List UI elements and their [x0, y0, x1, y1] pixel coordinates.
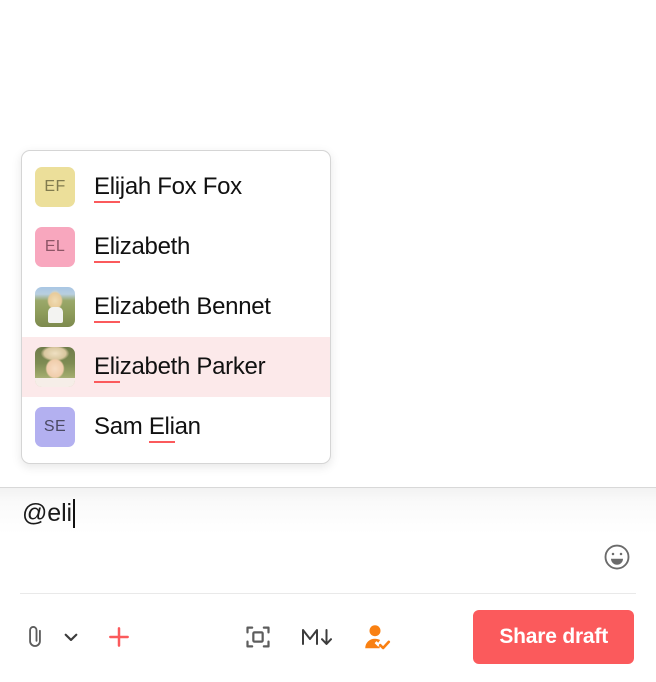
name-suffix-text: zabeth Bennet	[119, 293, 271, 320]
name-match-highlight: Eli	[94, 353, 120, 383]
attachment-dropdown-button[interactable]	[62, 628, 80, 646]
avatar-initials-text: EF	[44, 178, 66, 195]
mention-item-name: Sam Elian	[94, 413, 201, 443]
name-suffix-text: zabeth	[119, 233, 191, 260]
mention-item-name: Elijah Fox Fox	[94, 173, 242, 203]
avatar-initials: SE	[35, 407, 75, 447]
toolbar-center-group	[244, 622, 392, 652]
composer-text-area[interactable]: @eli	[0, 488, 656, 588]
name-suffix-text: zabeth Parker	[119, 353, 266, 380]
message-input[interactable]: @eli	[22, 498, 72, 528]
avatar-initials: EL	[35, 227, 75, 267]
mention-item[interactable]: Elizabeth Bennet	[22, 277, 330, 337]
avatar-initials-text: EL	[44, 238, 66, 255]
name-suffix-text: an	[174, 413, 201, 440]
chevron-down-icon	[64, 633, 78, 641]
text-caret	[73, 499, 75, 528]
name-prefix-text: Sam	[94, 413, 149, 440]
message-composer: @eli Share draft	[0, 487, 656, 682]
avatar-initials: EF	[35, 167, 75, 207]
mention-item-name: Elizabeth Parker	[94, 353, 266, 383]
share-draft-button[interactable]: Share draft	[473, 610, 634, 664]
mention-autocomplete-dropdown[interactable]: EF Elijah Fox Fox EL Elizabeth Elizabeth Ben…	[21, 150, 331, 464]
snippet-button[interactable]	[244, 623, 272, 651]
paperclip-icon	[29, 626, 41, 647]
emoji-picker-button[interactable]	[602, 542, 632, 572]
attachment-button[interactable]	[22, 622, 48, 652]
recipient-button[interactable]	[362, 622, 392, 652]
name-match-highlight: Eli	[148, 413, 175, 443]
name-match-highlight: Eli	[94, 293, 120, 323]
mention-item-name: Elizabeth	[94, 233, 191, 263]
plus-icon	[109, 627, 129, 647]
name-match-highlight: Eli	[94, 173, 120, 203]
toolbar-left-group	[22, 622, 132, 652]
mention-item[interactable]: EL Elizabeth	[22, 217, 330, 277]
mention-item[interactable]: Elizabeth Parker	[22, 337, 330, 397]
person-check-icon	[365, 625, 391, 650]
avatar-photo	[35, 287, 75, 327]
markdown-icon	[302, 629, 332, 645]
add-button[interactable]	[106, 624, 132, 650]
composer-toolbar: Share draft	[0, 594, 656, 680]
mention-item-name: Elizabeth Bennet	[94, 293, 271, 323]
scan-frame-icon	[246, 626, 270, 648]
avatar-photo	[35, 347, 75, 387]
avatar-initials-text: SE	[43, 418, 67, 435]
mention-item[interactable]: SE Sam Elian	[22, 397, 330, 457]
toolbar-right-group: Share draft	[473, 610, 634, 664]
mention-item[interactable]: EF Elijah Fox Fox	[22, 157, 330, 217]
markdown-button[interactable]	[300, 623, 334, 651]
name-suffix-text: jah Fox Fox	[119, 173, 242, 200]
smiley-face-icon	[604, 544, 630, 570]
name-match-highlight: Eli	[94, 233, 120, 263]
